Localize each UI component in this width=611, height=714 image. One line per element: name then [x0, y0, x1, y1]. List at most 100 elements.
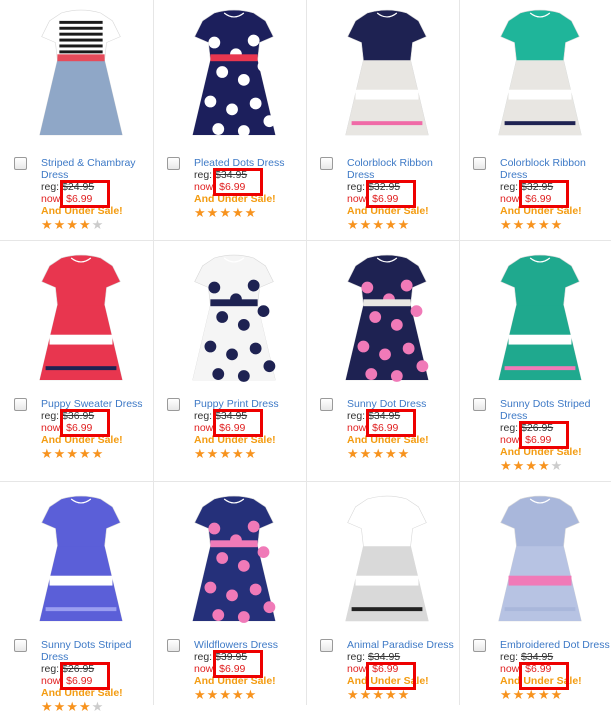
rating-stars[interactable]: ★★★★★: [194, 688, 304, 701]
product-name-link[interactable]: Sunny Dots Striped Dress: [41, 639, 151, 663]
rating-stars[interactable]: ★★★★★: [41, 218, 151, 231]
rating-star-icon: ★: [41, 217, 54, 232]
rating-star-icon: ★: [78, 446, 92, 461]
rating-star-icon: ★: [397, 217, 411, 232]
reg-label: reg:: [500, 422, 519, 434]
rating-star-icon: ★: [41, 699, 54, 714]
compare-checkbox[interactable]: [14, 639, 27, 652]
product-card: Colorblock Ribbon Dress reg: $32.95 now:…: [306, 0, 459, 241]
rating-star-icon: ★: [231, 687, 245, 702]
rating-star-icon: ★: [244, 205, 258, 220]
product-card: Colorblock Ribbon Dress reg: $32.95 now:…: [459, 0, 611, 241]
rating-star-icon: ★: [537, 217, 551, 232]
compare-checkbox[interactable]: [320, 639, 333, 652]
product-name-link[interactable]: Embroidered Dot Dress: [500, 639, 610, 651]
price-highlight-box: [213, 650, 263, 678]
product-image[interactable]: [175, 247, 293, 389]
rating-star-icon: ★: [194, 205, 207, 220]
compare-checkbox[interactable]: [473, 398, 486, 411]
rating-star-icon: ★: [347, 217, 360, 232]
rating-star-icon: ★: [66, 217, 79, 232]
product-image[interactable]: [22, 247, 140, 389]
product-image[interactable]: [481, 2, 599, 144]
price-highlight-box: [519, 421, 569, 449]
rating-stars[interactable]: ★★★★★: [500, 459, 610, 472]
product-image[interactable]: [175, 2, 293, 144]
product-image[interactable]: [22, 2, 140, 144]
product-name-link[interactable]: Animal Paradise Dress: [347, 639, 457, 651]
price-highlight-box: [60, 662, 110, 690]
compare-checkbox[interactable]: [167, 157, 180, 170]
rating-star-icon: ★: [219, 205, 232, 220]
rating-star-icon: ★: [66, 446, 79, 461]
compare-checkbox[interactable]: [320, 398, 333, 411]
rating-star-icon: ★: [537, 458, 551, 473]
price-highlight-box: [519, 662, 569, 690]
product-image[interactable]: [328, 488, 446, 630]
price-highlight-box: [366, 180, 416, 208]
price-highlight-box: [213, 409, 263, 437]
reg-label: reg:: [194, 169, 213, 181]
price-highlight-box: [213, 168, 263, 196]
rating-star-icon: ★: [384, 217, 398, 232]
reg-label: reg:: [41, 410, 60, 422]
price-highlight-box: [366, 409, 416, 437]
product-card: Wildflowers Dress reg: $39.95 now: $6.99…: [153, 482, 306, 705]
rating-star-icon: ★: [512, 458, 526, 473]
rating-star-icon: ★: [244, 687, 258, 702]
product-card: Embroidered Dot Dress reg: $34.95 now: $…: [459, 482, 611, 705]
rating-star-icon: ★: [359, 217, 373, 232]
compare-checkbox[interactable]: [473, 639, 486, 652]
rating-star-icon: ★: [347, 687, 360, 702]
rating-stars[interactable]: ★★★★★: [194, 206, 304, 219]
rating-star-icon: ★: [231, 446, 245, 461]
product-image[interactable]: [175, 488, 293, 630]
rating-stars[interactable]: ★★★★★: [347, 447, 457, 460]
reg-label: reg:: [194, 651, 213, 663]
rating-star-icon: ★: [194, 687, 207, 702]
product-name-link[interactable]: Colorblock Ribbon Dress: [500, 157, 610, 181]
compare-checkbox[interactable]: [320, 157, 333, 170]
product-image[interactable]: [328, 247, 446, 389]
rating-stars[interactable]: ★★★★★: [41, 447, 151, 460]
rating-stars[interactable]: ★★★★★: [194, 447, 304, 460]
rating-star-icon: ★: [219, 687, 232, 702]
reg-label: reg:: [347, 181, 366, 193]
product-name-link[interactable]: Sunny Dots Striped Dress: [500, 398, 610, 422]
product-image[interactable]: [22, 488, 140, 630]
rating-star-icon: ★: [206, 205, 220, 220]
reg-label: reg:: [41, 663, 60, 675]
product-card: Pleated Dots Dress reg: $34.95 now: $6.9…: [153, 0, 306, 241]
rating-star-icon: ★: [372, 446, 385, 461]
reg-label: reg:: [500, 181, 519, 193]
rating-stars[interactable]: ★★★★★: [41, 700, 151, 713]
product-card: Puppy Sweater Dress reg: $36.95 now: $6.…: [0, 241, 153, 482]
rating-stars[interactable]: ★★★★★: [500, 218, 610, 231]
product-card: Sunny Dots Striped Dress reg: $26.95 now…: [0, 482, 153, 713]
product-image[interactable]: [328, 2, 446, 144]
product-grid: Striped & Chambray Dress reg: $24.95 now…: [0, 0, 611, 713]
rating-star-icon: ★: [41, 446, 54, 461]
rating-star-icon: ★: [53, 217, 67, 232]
compare-checkbox[interactable]: [14, 398, 27, 411]
rating-star-icon: ★: [500, 687, 513, 702]
rating-star-icon: ★: [219, 446, 232, 461]
rating-star-icon: ★: [244, 446, 258, 461]
rating-star-icon: ★: [397, 446, 411, 461]
compare-checkbox[interactable]: [167, 398, 180, 411]
product-image[interactable]: [481, 247, 599, 389]
rating-star-icon: ★: [500, 217, 513, 232]
rating-star-icon: ★: [372, 217, 385, 232]
compare-checkbox[interactable]: [167, 639, 180, 652]
rating-star-icon: ★: [206, 687, 220, 702]
compare-checkbox[interactable]: [473, 157, 486, 170]
product-card: Puppy Print Dress reg: $34.95 now: $6.99…: [153, 241, 306, 482]
product-name-link[interactable]: Colorblock Ribbon Dress: [347, 157, 457, 181]
rating-star-icon: ★: [91, 217, 105, 232]
rating-stars[interactable]: ★★★★★: [347, 218, 457, 231]
product-name-link[interactable]: Striped & Chambray Dress: [41, 157, 151, 181]
product-image[interactable]: [481, 488, 599, 630]
reg-label: reg:: [41, 181, 60, 193]
compare-checkbox[interactable]: [14, 157, 27, 170]
rating-star-icon: ★: [347, 446, 360, 461]
